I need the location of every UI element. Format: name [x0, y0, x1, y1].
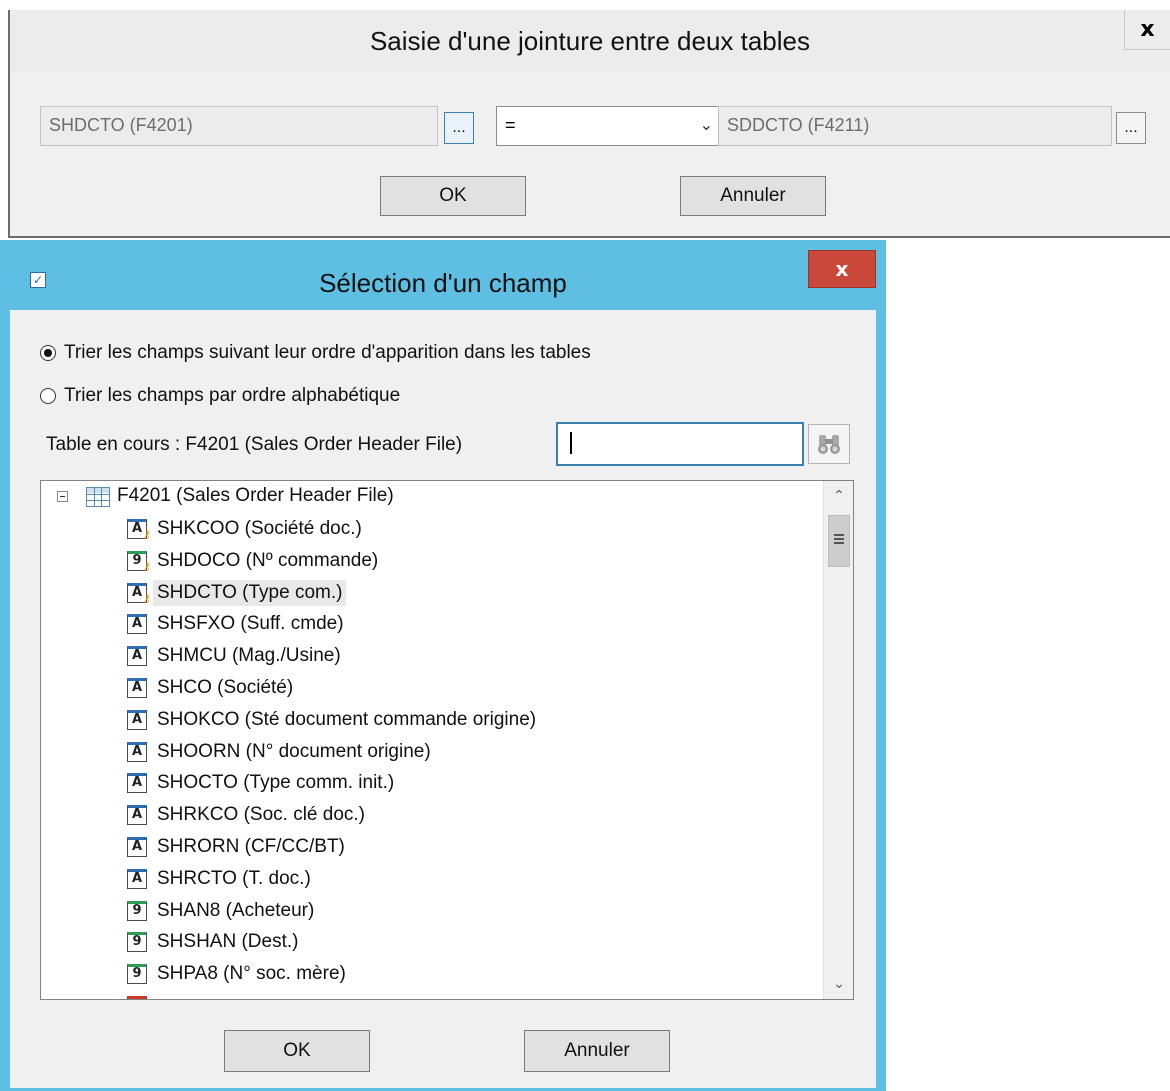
tree-field-label: SHDCTO (Type com.)	[153, 579, 347, 606]
tree-field-label: SHSFXO (Suff. cmde)	[157, 613, 344, 635]
numeric-field-icon: 9	[127, 900, 147, 921]
tree-field-item[interactable]: 9 SHAN8 (Acheteur)	[127, 895, 318, 927]
sort-by-order-radio[interactable]	[40, 345, 56, 361]
join-dialog-title: Saisie d'une jointure entre deux tables	[369, 26, 811, 56]
tree-field-label: SHSHAN (Dest.)	[157, 931, 299, 953]
text-caret	[570, 432, 572, 454]
field-ok-button[interactable]: OK	[224, 1030, 370, 1072]
tree-field-item[interactable]: A SHSFXO (Suff. cmde)	[127, 608, 348, 640]
search-button[interactable]	[808, 424, 850, 464]
join-dialog-titlebar[interactable]: Saisie d'une jointure entre deux tables …	[10, 10, 1170, 73]
sort-alphabetical-radio[interactable]	[40, 388, 56, 404]
join-cancel-button[interactable]: Annuler	[680, 176, 826, 216]
field-search-input[interactable]	[556, 422, 804, 466]
key-icon: ⚷	[142, 559, 151, 573]
numeric-field-icon: 9	[127, 932, 147, 953]
grip-icon	[834, 534, 844, 545]
tree-field-item[interactable]: A SHOORN (N° document origine)	[127, 736, 435, 768]
alpha-field-icon: A	[127, 646, 147, 667]
tree-field-label: SHMCU (Mag./Usine)	[157, 645, 341, 667]
alpha-field-icon: A	[127, 614, 147, 635]
sort-alphabetical-option[interactable]: Trier les champs par ordre alphabétique	[40, 385, 400, 407]
tree-field-item[interactable]: A SHMCU (Mag./Usine)	[127, 640, 345, 672]
tree-field-item-partial[interactable]	[127, 990, 147, 999]
field-selection-close-button[interactable]: x	[808, 250, 876, 288]
alpha-field-icon: A	[127, 678, 147, 698]
right-field-browse-button[interactable]: ...	[1116, 112, 1146, 144]
tree-field-item[interactable]: 9 SHPA8 (N° soc. mère)	[127, 958, 350, 990]
tree-root-label: F4201 (Sales Order Header File)	[117, 485, 394, 506]
field-selection-title: Sélection d'un champ	[319, 268, 567, 298]
tree-field-label: SHOCTO (Type comm. init.)	[157, 772, 395, 794]
scroll-thumb[interactable]	[828, 515, 850, 567]
right-field-input[interactable]: SDDCTO (F4211)	[718, 106, 1112, 146]
tree-field-item[interactable]: A SHRORN (CF/CC/BT)	[127, 831, 349, 863]
tree-scrollbar[interactable]: ⌃ ⌄	[823, 481, 853, 999]
date-field-icon	[127, 996, 147, 999]
tree-field-label: SHOKCO (Sté document commande origine)	[157, 708, 537, 730]
tree-field-item[interactable]: A ⚷ SHDCTO (Type com.)	[127, 577, 347, 609]
sort-by-order-option[interactable]: Trier les champs suivant leur ordre d'ap…	[40, 342, 591, 364]
tree-field-label: SHDOCO (Nº commande)	[157, 549, 379, 571]
alpha-field-icon: A	[127, 741, 147, 762]
tree-field-label: SHRCTO (T. doc.)	[157, 867, 311, 889]
tree-field-label: SHKCOO (Société doc.)	[157, 518, 362, 539]
tree-field-label: SHCO (Société)	[157, 677, 294, 698]
field-cancel-button[interactable]: Annuler	[524, 1030, 670, 1072]
tree-field-item[interactable]: 9 ⚷ SHDOCO (Nº commande)	[127, 545, 382, 577]
alpha-field-icon: A	[127, 837, 147, 857]
join-ok-button[interactable]: OK	[380, 176, 526, 216]
numeric-field-icon: 9	[127, 964, 147, 985]
tree-field-item[interactable]: A SHOKCO (Sté document commande origine)	[127, 704, 540, 736]
table-icon	[86, 487, 110, 507]
alpha-field-icon: A	[127, 868, 147, 889]
key-icon: ⚷	[142, 591, 151, 605]
sort-alphabetical-label: Trier les champs par ordre alphabétique	[64, 385, 401, 406]
join-close-button[interactable]: x	[1124, 10, 1170, 50]
left-field-input[interactable]: SHDCTO (F4201)	[40, 106, 438, 146]
numeric-key-field-icon: 9 ⚷	[127, 550, 151, 572]
current-table-label: Table en cours : F4201 (Sales Order Head…	[46, 434, 463, 455]
tree-field-label: SHOORN (N° document origine)	[157, 740, 431, 762]
collapse-icon[interactable]	[57, 491, 68, 502]
alpha-field-icon: A	[127, 805, 147, 826]
alpha-key-field-icon: A ⚷	[127, 519, 151, 540]
tree-field-item[interactable]: A SHRKCO (Soc. clé doc.)	[127, 799, 369, 831]
join-dialog-body: SHDCTO (F4201) ... = ⌄ SDDCTO (F4211) ..…	[10, 72, 1170, 236]
tree-field-label: SHRORN (CF/CC/BT)	[157, 836, 345, 857]
key-icon: ⚷	[142, 528, 151, 541]
field-selection-dialog: ✓ Sélection d'un champ x Trier les champ…	[0, 240, 886, 1091]
field-tree[interactable]: F4201 (Sales Order Header File) A ⚷ SHKCOO…	[40, 480, 854, 1000]
tree-field-item[interactable]: A SHCO (Société)	[127, 672, 297, 704]
tree-field-item[interactable]: 9 SHSHAN (Dest.)	[127, 926, 302, 958]
tree-field-item[interactable]: A SHOCTO (Type comm. init.)	[127, 767, 398, 799]
sort-by-order-label: Trier les champs suivant leur ordre d'ap…	[64, 342, 591, 363]
alpha-field-icon: A	[127, 773, 147, 794]
join-dialog: Saisie d'une jointure entre deux tables …	[8, 10, 1170, 238]
tree-field-label: SHAN8 (Acheteur)	[157, 899, 315, 921]
operator-select[interactable]: = ⌄	[496, 106, 722, 146]
tree-field-label: SHPA8 (N° soc. mère)	[157, 963, 346, 985]
operator-value: =	[505, 115, 516, 135]
scroll-down-icon[interactable]: ⌄	[824, 969, 853, 999]
alpha-field-icon: A	[127, 709, 147, 730]
binoculars-icon	[818, 435, 840, 454]
field-selection-titlebar[interactable]: ✓ Sélection d'un champ x	[0, 240, 886, 310]
field-selection-body: Trier les champs suivant leur ordre d'ap…	[10, 310, 876, 1088]
scroll-up-icon[interactable]: ⌃	[824, 481, 853, 511]
chevron-down-icon: ⌄	[699, 115, 713, 134]
left-field-browse-button[interactable]: ...	[444, 112, 474, 144]
tree-field-item[interactable]: A ⚷ SHKCOO (Société doc.)	[127, 513, 366, 545]
tree-field-label: SHRKCO (Soc. clé doc.)	[157, 804, 365, 826]
alpha-key-field-icon: A ⚷	[127, 582, 151, 604]
tree-field-item[interactable]: A SHRCTO (T. doc.)	[127, 863, 315, 895]
